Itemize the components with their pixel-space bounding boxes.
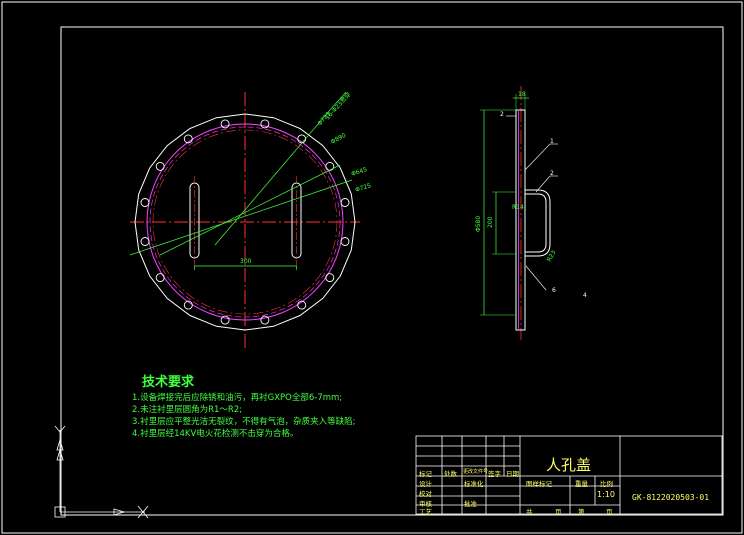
tb-label-sheet: 第 [578,508,585,516]
tb-label-approve: 批准 [464,500,477,508]
part-label-1: 1 [550,138,554,145]
dim-pcd: Φ645 [350,166,368,178]
tb-label-scale: 比例 [600,480,613,488]
bolt-hole [220,315,230,325]
tb-label-date: 日期 [506,470,519,478]
bolt-hole [325,273,335,283]
tb-label-total: 共 [526,508,533,516]
tech-requirements-title: 技术要求 [142,375,195,390]
bolt-hole [340,198,350,207]
side-view: Φ580 200 18 R14 R23 1 2 2 6 4 [475,86,587,340]
dim-thickness: 18 [518,91,526,98]
bolt-hole [220,119,230,129]
tb-label-page: 页 [555,508,562,516]
plan-view: 300 16-Φ23贯穿 Φ890 Φ725 Φ645 Φ725 [129,91,372,350]
part-label-2b: 2 [500,111,504,118]
tech-requirements: 技术要求 1.设备焊接完后应除锈和油污，再衬GXPO全部6-7mm; 2.未注衬… [132,374,355,440]
dim-handle-depth: R14 [512,204,524,211]
bolt-hole [340,237,350,246]
tb-label-mark: 标记 [419,470,432,478]
tb-label-process: 工艺 [419,508,432,516]
tech-item-2: 2.未注衬里层圆角为R1～R2; [132,405,243,415]
tb-label-check: 校对 [419,490,432,498]
tech-item-1: 1.设备焊接完后应除锈和油污，再衬GXPO全部6-7mm; [132,393,343,403]
tb-label-change: 更改文件号 [463,469,489,475]
tb-label-sign: 签字 [488,470,501,478]
outer-frame [1,1,743,534]
tb-label-count: 处数 [444,470,457,478]
bolt-hole [155,273,165,283]
tb-label-page2: 页 [606,508,613,516]
cad-drawing-canvas: 300 16-Φ23贯穿 Φ890 Φ725 Φ645 Φ725 Φ580 20… [1,1,743,534]
dim-handle-radius: R23 [546,249,558,263]
dim-handle-spacing: 300 [240,258,252,265]
dim-handle-height: 200 [487,216,494,228]
weld-note: 4 [583,292,587,299]
bolt-hole [325,161,335,171]
dim-overall-height: Φ580 [475,216,482,232]
drawing-scale: 1:10 [597,490,615,499]
drawing-number: GK-8122020503-01 [632,493,710,502]
bolt-hole [140,198,150,207]
dim-bolt-circle: Φ890 [330,132,348,146]
drawing-title: 人孔盖 [546,456,592,474]
tb-label-standard: 标准化 [464,480,484,488]
bolt-hole [155,161,165,171]
part-label-2: 2 [550,170,554,177]
tb-label-design: 设计 [419,480,432,488]
dim-outer-ref: Φ725 [354,182,372,194]
part-label-6: 6 [552,287,556,294]
tech-item-4: 4.衬里层经14KV电火花检测不击穿为合格。 [132,429,299,439]
tb-label-weight: 重量 [575,480,588,488]
bolt-hole [140,237,150,246]
title-block [415,435,723,515]
bolt-hole [260,119,270,129]
tech-item-3: 3.衬里层应平整光洁无裂纹，不得有气泡，杂质夹入等缺陷; [132,417,356,427]
bolt-hole [260,315,270,325]
tb-label-drawing-mark: 图样标记 [526,480,552,488]
